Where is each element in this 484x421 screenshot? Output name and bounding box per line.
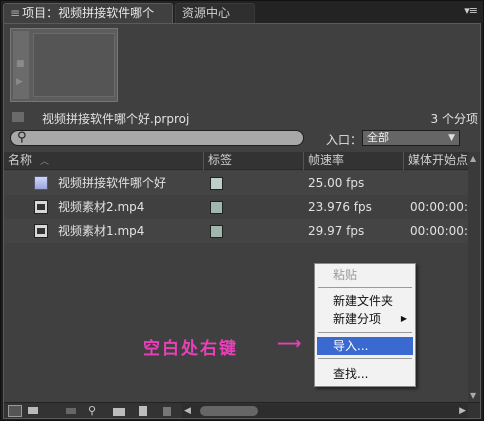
annotation-text: 空白处右键 <box>143 339 238 359</box>
row-frame-rate: 29.97 fps <box>308 224 365 238</box>
thumbnail-controls: ■ ▶ <box>13 31 29 99</box>
icon-view-icon[interactable] <box>26 405 40 417</box>
tab-bar: ≡项目：视频拼接软件哪个好 资源中心 ▾≡ <box>1 1 483 39</box>
search-icon: ⚲ <box>17 130 27 145</box>
menu-item-import[interactable]: 导入... <box>317 337 413 355</box>
context-menu: 粘贴 新建文件夹 新建分项 ▶ 导入... 查找... <box>314 263 416 387</box>
video-clip-icon <box>34 200 48 214</box>
tab-grip-icon[interactable]: ≡ <box>10 6 20 20</box>
scroll-up-icon[interactable]: ▲ <box>470 154 476 163</box>
scroll-down-icon[interactable]: ▼ <box>470 391 476 400</box>
column-header-label-label: 标签 <box>208 153 233 167</box>
sequence-icon <box>34 176 48 190</box>
menu-item-new-item-label: 新建分项 <box>333 312 382 326</box>
tab-resource-center-label: 资源中心 <box>182 6 231 20</box>
search-input[interactable] <box>33 132 293 144</box>
preview-thumbnail: ■ ▶ <box>10 28 118 102</box>
tab-project[interactable]: ≡项目：视频拼接软件哪个好 <box>3 3 173 39</box>
sort-ascending-icon: ︿ <box>40 157 50 167</box>
project-file-name: 视频拼接软件哪个好.prproj <box>42 112 190 126</box>
scroll-right-icon[interactable]: ▶ <box>459 404 466 418</box>
column-header-name[interactable]: 名称 ︿ <box>4 152 204 170</box>
new-item-icon[interactable] <box>136 405 150 417</box>
menu-item-find[interactable]: 查找... <box>317 365 413 383</box>
video-clip-icon <box>34 224 48 238</box>
scroll-left-icon[interactable]: ◀ <box>184 404 191 418</box>
row-frame-rate: 25.00 fps <box>308 176 365 190</box>
entry-dropdown-value: 全部 <box>367 131 389 144</box>
table-row[interactable]: 视频素材1.mp4 29.97 fps 00:00:00:0 <box>4 219 470 243</box>
row-name: 视频素材2.mp4 <box>58 200 145 214</box>
thumbnail-camera-icon[interactable]: ■ <box>16 59 25 69</box>
column-header-media-start[interactable]: 媒体开始点 <box>404 152 470 170</box>
label-color-swatch[interactable] <box>210 201 223 214</box>
horizontal-scrollbar[interactable]: ◀ ▶ <box>182 404 468 418</box>
label-color-swatch[interactable] <box>210 177 223 190</box>
column-header-label[interactable]: 标签 <box>204 152 304 170</box>
entry-dropdown[interactable]: 全部 ▼ <box>362 130 460 146</box>
tab-resource-center[interactable]: 资源中心 <box>175 3 255 23</box>
annotation-arrow-icon: ⟶ <box>277 334 302 354</box>
menu-item-new-item[interactable]: 新建分项 ▶ <box>317 310 413 328</box>
row-frame-rate: 23.976 fps <box>308 200 372 214</box>
search-box[interactable]: ⚲ <box>10 130 304 146</box>
list-view-icon[interactable] <box>8 405 22 417</box>
item-count: 3 个分项 <box>430 112 478 126</box>
find-icon[interactable]: ⚲ <box>88 405 102 417</box>
menu-separator <box>318 358 412 359</box>
project-window: ≡项目：视频拼接软件哪个好 资源中心 ▾≡ ■ ▶ 视频拼接软件哪个好.prpr… <box>0 0 484 421</box>
row-name: 视频素材1.mp4 <box>58 224 145 238</box>
menu-separator <box>318 287 412 288</box>
new-bin-icon[interactable] <box>112 405 126 417</box>
row-name: 视频拼接软件哪个好 <box>58 176 167 190</box>
table-row[interactable]: 视频素材2.mp4 23.976 fps 00:00:00:0 <box>4 195 470 219</box>
entry-label: 入口： <box>326 133 363 147</box>
bottom-toolbar: ⚲ ◀ ▶ <box>4 402 480 418</box>
column-header-media-start-label: 媒体开始点 <box>408 153 469 167</box>
row-media-start <box>410 171 470 195</box>
table-header: 名称 ︿ 标签 帧速率 媒体开始点 <box>4 152 470 170</box>
submenu-arrow-icon: ▶ <box>400 314 407 323</box>
column-header-frame-rate-label: 帧速率 <box>308 153 345 167</box>
delete-icon[interactable] <box>160 405 174 417</box>
thumbnail-play-icon[interactable]: ▶ <box>16 77 23 87</box>
table-row[interactable]: 视频拼接软件哪个好 25.00 fps <box>4 171 470 195</box>
automate-to-sequence-icon[interactable] <box>64 405 78 417</box>
menu-separator <box>318 332 412 333</box>
chevron-down-icon: ▼ <box>448 133 455 143</box>
row-media-start: 00:00:00:0 <box>410 200 470 214</box>
menu-item-paste: 粘贴 <box>333 268 358 282</box>
project-info: 视频拼接软件哪个好.prproj 3 个分项 <box>10 110 478 126</box>
search-row: ⚲ 入口： 全部 ▼ <box>10 130 478 148</box>
panel-menu-icon[interactable]: ▾≡ <box>464 4 478 17</box>
column-header-frame-rate[interactable]: 帧速率 <box>304 152 404 170</box>
column-header-name-label: 名称 <box>8 153 33 167</box>
menu-item-new-folder[interactable]: 新建文件夹 <box>317 292 413 310</box>
project-folder-icon <box>12 112 24 122</box>
thumbnail-image <box>33 33 115 97</box>
label-color-swatch[interactable] <box>210 225 223 238</box>
row-media-start: 00:00:00:0 <box>410 224 470 238</box>
vertical-scrollbar[interactable]: ▲ ▼ <box>468 152 480 402</box>
scrollbar-thumb[interactable] <box>200 406 258 416</box>
